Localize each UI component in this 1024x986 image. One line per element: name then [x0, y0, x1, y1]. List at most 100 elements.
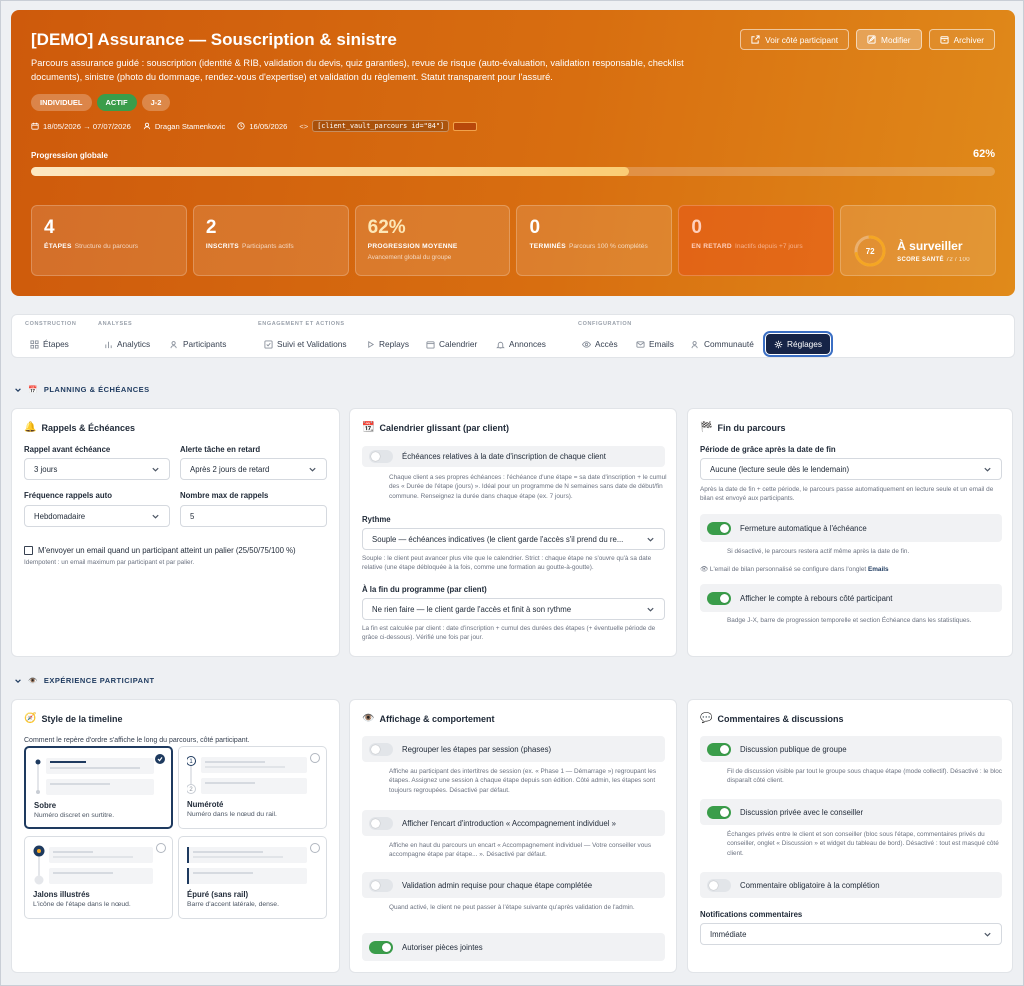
archive-icon	[939, 36, 949, 44]
timeline-option-illustrated[interactable]: Jalons illustrés L'icône de l'étape dans…	[24, 836, 173, 919]
check-square-icon	[264, 339, 273, 349]
grid-icon	[30, 339, 39, 349]
tab-participants[interactable]: Participants	[170, 334, 226, 354]
chevron-down-icon	[984, 467, 991, 472]
users-icon	[691, 340, 698, 348]
health-score-card: 72 À surveiller SCORE SANTÉ 72 / 100	[840, 205, 996, 276]
timeline-preview-numbered: 12	[187, 756, 307, 794]
deadline-badge: J-2	[141, 94, 171, 111]
course-dates: 18/05/2026 → 07/07/2026	[43, 121, 131, 131]
timeline-option-sober[interactable]: Sobre Numéro discret en surtitre.	[24, 746, 173, 829]
progress-label: Progression globale	[31, 151, 108, 160]
admin-validation-toggle[interactable]: Validation admin requise pour chaque éta…	[362, 872, 665, 898]
user-icon	[143, 122, 151, 130]
course-author: Dragan Stamenkovic	[154, 121, 226, 131]
tab-calendar[interactable]: Calendrier	[426, 334, 477, 354]
stat-completed: 0 TERMINÉS Parcours 100 % complétés	[516, 205, 673, 276]
tab-access[interactable]: Accès	[582, 334, 618, 354]
compass-emoji-icon: 🧭	[24, 713, 37, 724]
users-icon	[170, 340, 177, 348]
copy-shortcode-button[interactable]	[453, 121, 478, 131]
chevron-down-icon	[152, 467, 159, 472]
tab-tracking[interactable]: Suivi et Validations	[264, 334, 347, 354]
code-icon: <>	[299, 121, 309, 131]
tab-analytics[interactable]: Analytics	[104, 334, 150, 354]
course-end-card: 🏁 Fin du parcours Période de grâce après …	[687, 408, 1013, 657]
progress-percent: 62%	[972, 148, 995, 160]
stat-steps: 4 ÉTAPES Structure du parcours	[31, 205, 187, 276]
section-toggle-planning[interactable]: 📅 PLANNING & ÉCHÉANCES	[14, 385, 150, 394]
tab-community[interactable]: Communauté	[691, 334, 754, 354]
flag-emoji-icon: 🏁	[700, 422, 713, 433]
chevron-down-icon	[152, 514, 159, 519]
calendar-icon	[31, 122, 39, 130]
group-by-session-toggle[interactable]: Regrouper les étapes par session (phases…	[362, 736, 665, 762]
clock-icon	[237, 122, 245, 130]
intro-box-toggle[interactable]: Afficher l'encart d'introduction « Accom…	[362, 810, 665, 836]
private-discussion-toggle[interactable]: Discussion privée avec le conseiller	[700, 799, 1002, 825]
bell-emoji-icon: 🔔	[24, 422, 37, 433]
tab-announcements[interactable]: Annonces	[496, 334, 546, 354]
public-discussion-toggle[interactable]: Discussion publique de groupe	[700, 736, 1002, 762]
stat-average-progress: 62% PROGRESSION MOYENNE Avancement globa…	[354, 205, 511, 276]
bar-chart-icon	[105, 341, 112, 348]
timeline-option-clean[interactable]: Épuré (sans rail) Barre d'accent latéral…	[178, 836, 327, 919]
view-as-participant-button[interactable]: Voir côté participant	[740, 29, 850, 50]
chevron-down-icon	[647, 607, 654, 612]
email-config-hint: 👁 L'email de bilan personnalisé se confi…	[700, 566, 889, 573]
health-status: À surveiller	[897, 239, 963, 253]
mandatory-comment-toggle[interactable]: Commentaire obligatoire à la complétion	[700, 872, 1002, 898]
comments-card: 💬 Commentaires & discussions Discussion p…	[687, 699, 1013, 973]
stat-late: 0 EN RETARD Inactifs depuis +7 jours	[678, 205, 835, 276]
course-description: Parcours assurance guidé : souscription …	[31, 58, 684, 82]
speech-bubble-emoji-icon: 💬	[700, 713, 713, 724]
comment-notifications-select[interactable]: Immédiate	[700, 923, 1002, 945]
display-behavior-card: 👁️ Affichage & comportement Regrouper les…	[349, 699, 677, 973]
rolling-calendar-card: 📆 Calendrier glissant (par client) Échéan…	[349, 408, 677, 657]
calendar-icon	[426, 340, 435, 349]
eye-icon	[582, 340, 591, 348]
end-of-program-select[interactable]: Ne rien faire — le client garde l'accès …	[362, 598, 665, 620]
health-score-ring: 72	[853, 234, 887, 268]
page-title: [DEMO] Assurance — Souscription & sinist…	[31, 30, 397, 49]
chevron-down-icon	[15, 387, 21, 392]
reminder-frequency-select[interactable]: Hebdomadaire	[24, 505, 170, 527]
timeline-preview-sober	[35, 758, 154, 795]
max-reminders-input[interactable]: 5	[180, 505, 327, 527]
chevron-down-icon	[647, 537, 654, 542]
tab-steps[interactable]: Étapes	[30, 334, 69, 354]
timeline-option-numbered[interactable]: 12 Numéroté Numéro dans le nœud du rail.	[178, 746, 327, 829]
created-date: 16/05/2026	[249, 121, 288, 131]
edit-icon	[867, 35, 876, 44]
grace-period-select[interactable]: Aucune (lecture seule dès le lendemain)	[700, 458, 1002, 480]
tab-replays[interactable]: Replays	[366, 334, 409, 354]
calendar-emoji-icon: 📆	[362, 422, 375, 433]
bell-icon	[496, 341, 505, 349]
calendar-emoji-icon: 📅	[28, 385, 38, 394]
late-alert-select[interactable]: Après 2 jours de retard	[180, 458, 327, 480]
progress-bar	[31, 167, 995, 176]
reminder-before-select[interactable]: 3 jours	[24, 458, 170, 480]
archive-button[interactable]: Archiver	[928, 29, 995, 50]
timeline-preview-illustrated	[33, 845, 153, 885]
relative-deadlines-toggle[interactable]: Échéances relatives à la date d'inscript…	[362, 446, 665, 467]
milestone-email-checkbox[interactable]: M'envoyer un email quand un participant …	[24, 546, 296, 555]
progress-bar-fill	[31, 167, 629, 176]
emails-tab-link[interactable]: Emails	[868, 566, 889, 573]
shortcode[interactable]: [client_vault_parcours id="84"]	[312, 120, 450, 132]
allow-attachments-toggle[interactable]: Autoriser pièces jointes	[362, 933, 665, 961]
chevron-down-icon	[309, 467, 316, 472]
rhythm-select[interactable]: Souple — échéances indicatives (le clien…	[362, 528, 665, 550]
mail-icon	[636, 340, 645, 348]
countdown-toggle[interactable]: Afficher le compte à rebours côté partic…	[700, 584, 1002, 612]
play-icon	[368, 340, 375, 348]
chevron-down-icon	[15, 678, 21, 683]
section-toggle-experience[interactable]: 👁️ EXPÉRIENCE PARTICIPANT	[14, 676, 155, 685]
course-header: [DEMO] Assurance — Souscription & sinist…	[11, 10, 1015, 296]
eye-emoji-icon: 👁️	[362, 713, 375, 724]
edit-button[interactable]: Modifier	[856, 29, 922, 50]
tab-emails[interactable]: Emails	[636, 334, 674, 354]
timeline-preview-clean	[187, 847, 307, 884]
auto-close-toggle[interactable]: Fermeture automatique à l'échéance	[700, 514, 1002, 542]
tab-settings[interactable]: Réglages	[762, 331, 834, 357]
